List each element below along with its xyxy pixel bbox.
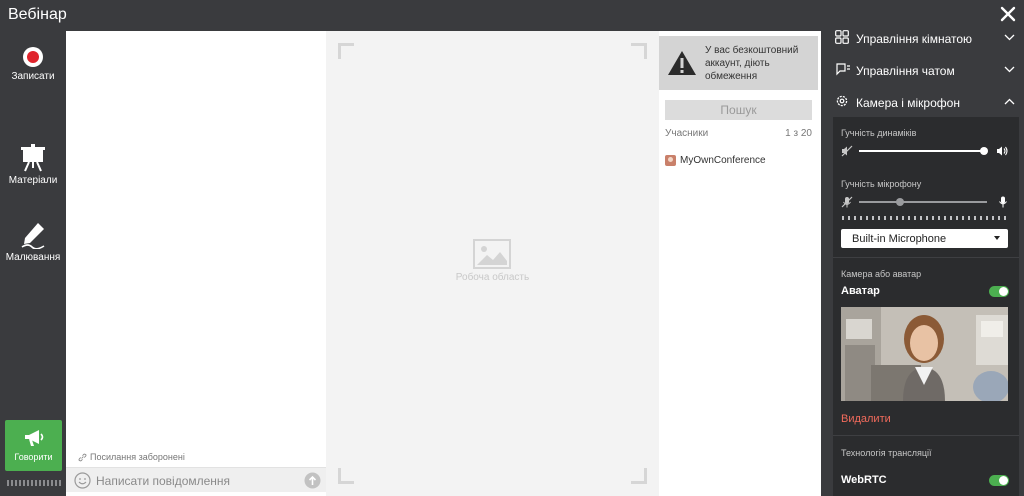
avatar-label: Аватар [841,285,880,297]
participant-item[interactable]: MyOwnConference [665,155,766,166]
participant-name: MyOwnConference [680,155,766,167]
emoji-icon[interactable] [74,472,91,489]
workspace-corner [631,43,647,59]
workspace-label: Робоча область [455,272,530,283]
materials-label: Матеріали [8,175,58,186]
gear-icon [836,95,848,107]
close-icon[interactable] [1000,6,1016,22]
participants-title: Учасники [665,128,709,139]
mic-volume-label: Гучність мікрофону [841,179,922,189]
camera-section-label: Камера або аватар [841,269,922,279]
audio-level-meter [7,480,61,486]
speaker-volume-slider[interactable] [841,145,1009,157]
title-bar: Вебінар [0,0,1024,31]
camera-mic-label: Камера і мікрофон [856,96,960,110]
avatar-toggle[interactable] [989,286,1009,297]
workspace-corner [631,468,647,484]
chevron-down-icon [1004,66,1015,73]
settings-sidebar: Управління кімнатою Управління чатом Кам… [821,30,1024,496]
microphone-icon [999,196,1007,208]
participants-panel: У вас безкоштовний аккаунт, діють обмеже… [659,31,821,496]
chat-management-header[interactable]: Управління чатом [833,62,1017,82]
webrtc-toggle[interactable] [989,475,1009,486]
speaker-volume-label: Гучність динаміків [841,128,917,138]
mic-volume-thumb[interactable] [895,198,904,206]
workspace-corner [338,43,354,59]
divider [833,435,1019,436]
delete-avatar-button[interactable]: Видалити [841,413,891,425]
pen-icon [21,223,45,249]
free-account-warning: У вас безкоштовний аккаунт, діють обмеже… [659,36,818,90]
room-management-header[interactable]: Управління кімнатою [833,30,1017,50]
left-toolbar: Записати Матеріали Малювання Говорити [0,31,66,496]
grid-icon [835,30,849,44]
send-icon[interactable] [304,472,321,489]
chat-management-label: Управління чатом [856,64,955,78]
camera-preview [841,307,1008,401]
mic-level-meter [842,216,1008,220]
webrtc-toggle-row: WebRTC [841,473,1009,489]
speaker-volume-track[interactable] [859,147,989,155]
link-icon [78,453,87,462]
record-label: Записати [11,71,55,82]
materials-button[interactable]: Матеріали [0,144,66,186]
mic-volume-slider[interactable] [841,196,1009,208]
divider [833,257,1019,258]
search-button[interactable]: Пошук [665,100,812,120]
image-placeholder-icon [473,239,511,269]
microphone-select[interactable]: Built-in Microphone [841,229,1008,248]
mic-volume-fill [859,201,900,203]
warning-icon [668,51,696,75]
record-button[interactable]: Записати [0,46,66,82]
webinar-app: Вебінар Записати Матеріали Малювання Гов… [0,0,1024,496]
participants-count: 1 з 20 [785,128,812,139]
caret-down-icon [994,236,1000,240]
mic-muted-icon [841,196,853,208]
avatar-toggle-row: Аватар [841,284,1009,300]
room-management-label: Управління кімнатою [856,32,973,46]
broadcast-tech-label: Технологія трансляції [841,448,932,458]
workspace-area[interactable]: Робоча область [326,31,659,496]
chevron-up-icon [1004,98,1015,105]
camera-mic-header[interactable]: Камера і мікрофон [833,94,1017,114]
speaker-muted-icon [841,145,853,157]
camera-preview-image [841,307,1008,401]
megaphone-icon [24,430,43,446]
speak-label: Говорити [14,452,53,462]
chevron-down-icon [1004,34,1015,41]
record-icon [23,47,43,67]
participants-header: Учасники 1 з 20 [665,128,812,139]
speaker-volume-thumb[interactable] [980,147,989,155]
avatar [665,155,676,166]
microphone-select-value: Built-in Microphone [852,233,947,245]
speaker-icon [997,146,1008,156]
presentation-board-icon [21,144,45,172]
drawing-label: Малювання [5,252,61,263]
chat-input-row [66,467,326,492]
chat-panel: Посилання заборонені [66,31,326,496]
chat-settings-icon [836,63,850,76]
speaker-volume-fill [859,150,985,152]
warning-text: У вас безкоштовний аккаунт, діють обмеже… [705,45,799,82]
window-title: Вебінар [8,6,67,23]
links-forbidden-text: Посилання заборонені [90,452,185,462]
chat-message-input[interactable] [96,471,296,490]
mic-volume-track[interactable] [859,198,987,206]
links-forbidden-notice: Посилання заборонені [78,452,185,462]
webrtc-label: WebRTC [841,474,887,486]
speak-button[interactable]: Говорити [5,420,62,471]
workspace-corner [338,468,354,484]
camera-mic-panel: Гучність динаміків Гучність мікрофону Bu… [833,117,1019,496]
drawing-button[interactable]: Малювання [0,221,66,263]
